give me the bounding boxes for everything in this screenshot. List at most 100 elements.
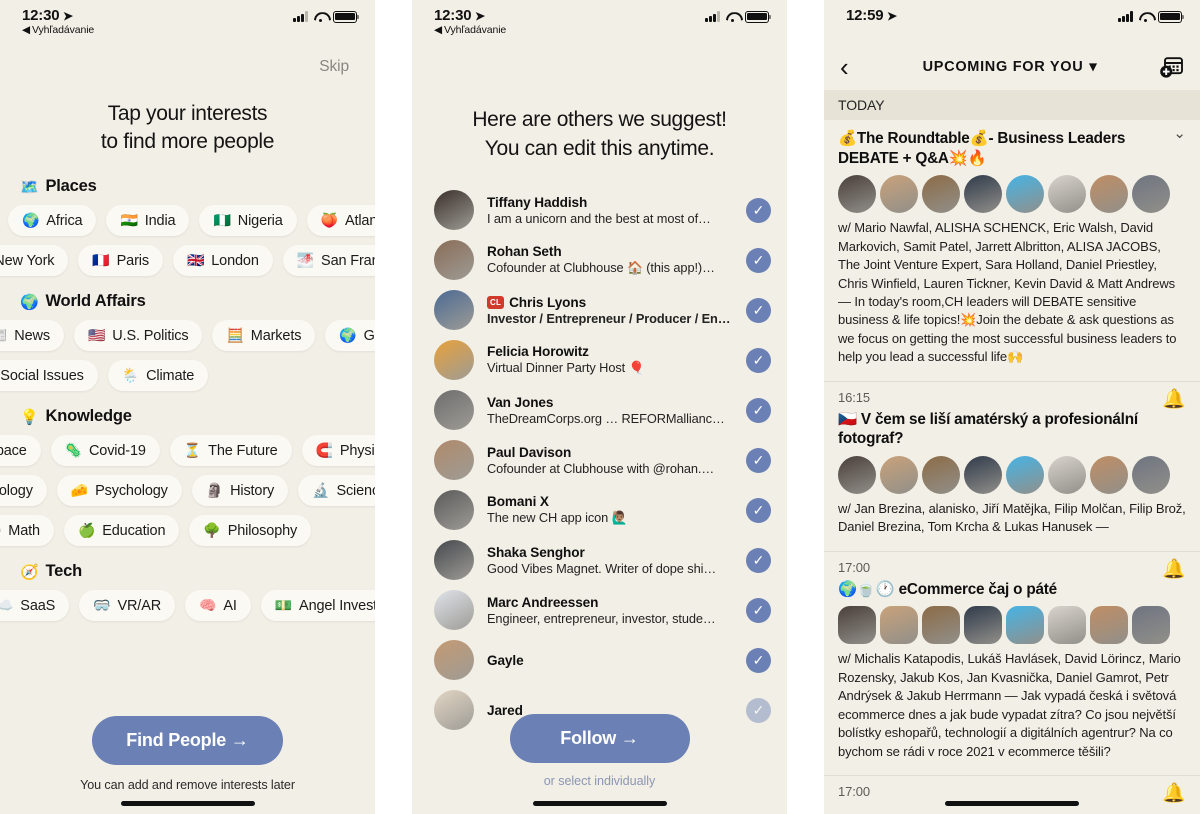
wifi-icon [725, 11, 740, 23]
suggested-person-row[interactable]: Paul Davison Cofounder at Clubhouse with … [434, 435, 771, 485]
interest-pill[interactable]: 🇳🇬 Nigeria [199, 205, 297, 237]
suggested-person-row[interactable]: Shaka Senghor Good Vibes Magnet. Writer o… [434, 535, 771, 585]
avatar [434, 640, 474, 681]
calendar-plus-icon[interactable] [1152, 55, 1184, 79]
interest-emoji-icon: 🦠 [64, 442, 82, 459]
speaker-avatar [1006, 455, 1044, 494]
interest-pill[interactable]: 🧬Biology [0, 475, 47, 507]
interest-pill[interactable]: 🌍 Africa [8, 205, 97, 237]
interest-pill[interactable]: 🇫🇷 Paris [78, 245, 163, 277]
speaker-avatar [922, 455, 960, 494]
person-bio: Engineer, entrepreneur, investor, stude… [487, 610, 716, 626]
person-text: Felicia Horowitz Virtual Dinner Party Hos… [487, 344, 733, 376]
skip-button[interactable]: Skip [319, 58, 349, 76]
status-bar-3: 12:59 ➤ [824, 0, 1200, 44]
find-people-button[interactable]: Find People → [92, 716, 283, 765]
follow-button[interactable]: Follow → [509, 714, 690, 763]
event-card[interactable]: 💰The Roundtable💰- Business Leaders DEBAT… [824, 120, 1200, 381]
bell-icon[interactable]: 🔔 [1162, 784, 1186, 803]
select-individually-link[interactable]: or select individually [412, 774, 787, 788]
interest-emoji-icon: ➗ [0, 522, 1, 539]
select-person-checkmark[interactable]: ✓ [746, 447, 771, 473]
interest-label: Markets [250, 327, 302, 344]
suggested-person-row[interactable]: Rohan Seth Cofounder at Clubhouse 🏠 (this… [434, 235, 771, 285]
interest-pill[interactable]: ⏳ The Future [169, 435, 292, 467]
interest-pill[interactable]: 🍏 Education [63, 515, 180, 547]
status-back-link-2[interactable]: ◀ Vyhľadávanie [434, 24, 506, 36]
interest-pill[interactable]: 🧲 Physics [301, 435, 375, 467]
interest-emoji-icon: 🇳🇬 [213, 212, 231, 229]
interest-emoji-icon: 🌁 [296, 252, 315, 269]
upcoming-navbar: ‹ UPCOMING FOR YOU ▾ [824, 44, 1200, 90]
interest-label: AI [223, 597, 237, 614]
chevron-left-icon[interactable]: ‹ [840, 54, 868, 80]
interest-pill[interactable]: 🗿 History [191, 475, 289, 507]
person-name: Bomani X [487, 494, 549, 510]
interest-emoji-icon: 🇬🇧 [186, 252, 205, 269]
suggested-person-row[interactable]: Van Jones TheDreamCorps.org … REFORMallia… [434, 385, 771, 435]
event-card[interactable]: 16:15 🔔 🇨🇿 V čem se liší amatérský a profe… [824, 380, 1200, 551]
interest-pill[interactable]: 🌦️ Climate [107, 360, 209, 392]
interest-pill[interactable]: 🚀Space [0, 435, 41, 467]
suggested-person-row[interactable]: Felicia Horowitz Virtual Dinner Party Hos… [434, 335, 771, 385]
select-person-checkmark[interactable]: ✓ [746, 647, 771, 673]
interest-label: New York [0, 252, 55, 269]
interest-emoji-icon: 🇫🇷 [92, 252, 110, 269]
status-back-link-1[interactable]: ◀ Vyhľadávanie [22, 24, 94, 36]
speaker-avatar [922, 175, 960, 214]
bell-icon[interactable]: 🔔 [1162, 560, 1186, 579]
interest-pill[interactable]: 🦠 Covid-19 [50, 435, 160, 467]
select-person-checkmark[interactable]: ✓ [746, 347, 771, 373]
interest-pill[interactable]: 🌳 Philosophy [189, 515, 312, 547]
select-person-checkmark[interactable]: ✓ [746, 247, 771, 273]
select-person-checkmark[interactable]: ✓ [746, 397, 771, 423]
home-indicator-2 [532, 801, 667, 806]
interest-pill[interactable]: 🌁 San Francisco [282, 245, 375, 277]
interest-emoji-icon: 🌳 [203, 522, 221, 539]
person-bio: I am a unicorn and the best at most of… [487, 210, 711, 226]
person-name-row: CL Chris Lyons [487, 295, 733, 310]
person-text: Paul Davison Cofounder at Clubhouse with … [487, 445, 733, 476]
interest-pill[interactable]: 🔬 Science [298, 475, 375, 507]
interest-pill[interactable]: 🍑 Atlanta [306, 205, 375, 237]
bell-icon[interactable]: 🔔 [1162, 390, 1186, 409]
event-title: 💰The Roundtable💰- Business Leaders DEBAT… [838, 130, 1126, 167]
person-name-row: Felicia Horowitz [487, 344, 733, 359]
interest-pill[interactable]: 📰 News [0, 320, 64, 352]
home-indicator-1 [120, 801, 255, 806]
select-person-checkmark[interactable]: ✓ [746, 597, 771, 623]
interest-pill-row: 🚀Space 🦠 Covid-19 ⏳ The Future 🧲 Physics [0, 435, 375, 467]
headline-line-1: Tap your interests [107, 102, 268, 125]
interest-label: Physics [339, 442, 375, 459]
interest-emoji-icon: 🧲 [315, 442, 333, 459]
interest-pill[interactable]: 💵 Angel Investing [260, 590, 375, 622]
suggested-person-row[interactable]: CL Chris Lyons Investor / Entrepreneur / P… [434, 285, 771, 335]
upcoming-title[interactable]: UPCOMING FOR YOU ▾ [923, 59, 1098, 75]
collapse-chevron-icon[interactable]: ⌄ [1173, 124, 1186, 142]
interest-pill[interactable]: 🥽 VR/AR [79, 590, 176, 622]
interest-pill[interactable]: 🇬🇧 London [172, 245, 273, 277]
suggested-person-row[interactable]: Marc Andreessen Engineer, entrepreneur, i… [434, 585, 771, 635]
interest-pill[interactable]: 🗽New York [0, 245, 69, 277]
interest-pill[interactable]: ➗ Math [0, 515, 54, 547]
interest-pill[interactable]: 🇺🇸 U.S. Politics [73, 320, 203, 352]
suggested-person-row[interactable]: Tiffany Haddish I am a unicorn and the be… [434, 185, 771, 235]
person-name-row: Tiffany Haddish [487, 195, 733, 210]
select-person-checkmark[interactable]: ✓ [746, 547, 771, 573]
suggested-person-row[interactable]: Bomani X The new CH app icon 🙋🏽‍♂️ ✓ [434, 485, 771, 535]
interest-pill[interactable]: 🧀 Psychology [56, 475, 182, 507]
event-card[interactable]: 17:00 🔔 [824, 775, 1200, 814]
event-card[interactable]: 17:00 🔔 🌍🍵🕐 eCommerce čaj o páté w/ Michali… [824, 550, 1200, 775]
select-person-checkmark[interactable]: ✓ [746, 297, 771, 323]
interest-pill[interactable]: 👥Social Issues [0, 360, 98, 392]
select-person-checkmark[interactable]: ✓ [746, 197, 771, 223]
interest-pill[interactable]: 🧮 Markets [212, 320, 316, 352]
suggested-person-row[interactable]: Gayle ✓ [434, 635, 771, 685]
interest-pill[interactable]: ☁️ SaaS [0, 590, 70, 622]
interest-pill[interactable]: 🇮🇳 India [106, 205, 190, 237]
person-text: Rohan Seth Cofounder at Clubhouse 🏠 (this… [487, 244, 733, 276]
person-bio: The new CH app icon 🙋🏽‍♂️ [487, 510, 628, 526]
interest-pill[interactable]: 🌍 Geopolitics [325, 320, 375, 352]
interest-pill[interactable]: 🧠 AI [185, 590, 251, 622]
select-person-checkmark[interactable]: ✓ [746, 497, 771, 523]
